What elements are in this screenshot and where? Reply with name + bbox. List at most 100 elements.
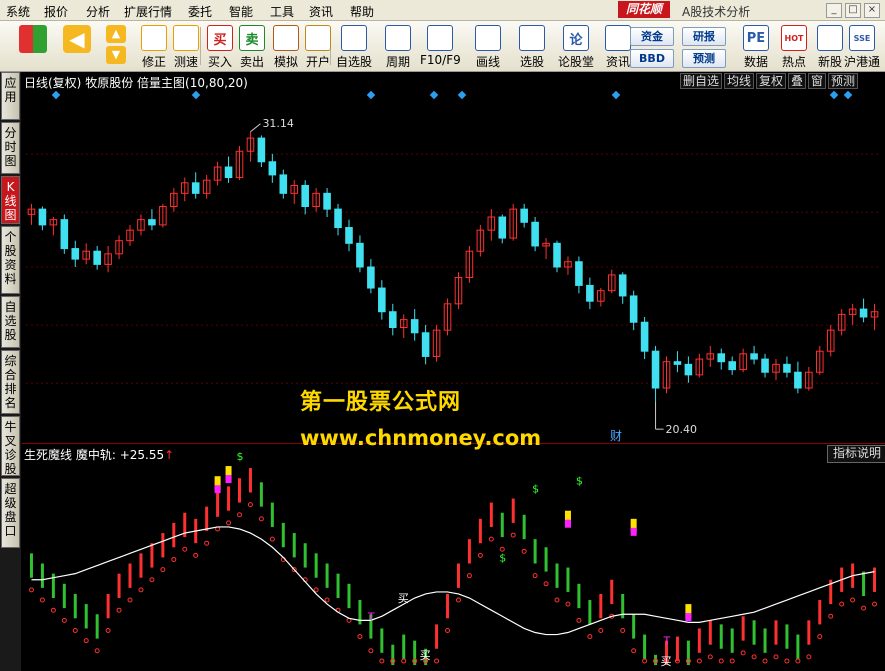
candle-body [750, 353, 758, 360]
sar-dot [379, 658, 385, 664]
candle-body [224, 166, 233, 179]
sub-bar [325, 563, 329, 588]
candle-body [301, 184, 309, 207]
sar-dot [477, 552, 483, 558]
signal-diamond [611, 90, 621, 100]
sar-dot [445, 627, 451, 633]
sar-dot [193, 552, 199, 558]
sub-bar [599, 593, 603, 619]
sar-dot [576, 617, 582, 623]
sar-dot [565, 601, 571, 607]
candle-body [586, 284, 594, 302]
sub-bar [697, 628, 701, 653]
sub-bar [654, 654, 658, 665]
signal-diamond [457, 90, 467, 100]
sar-dot [828, 613, 834, 619]
sub-bar [29, 553, 33, 578]
sub-bar [807, 620, 811, 645]
candle-body [257, 137, 266, 163]
sar-dot [247, 502, 253, 508]
sar-dot [39, 597, 45, 603]
candle-body [345, 227, 353, 244]
sub-bar [292, 533, 296, 558]
signal-block [685, 613, 692, 622]
sub-bar [456, 563, 460, 588]
candle-body [410, 319, 419, 334]
candle-body [60, 219, 69, 250]
candle-body [618, 274, 627, 297]
sar-dot [861, 605, 867, 611]
signal-diamond [51, 90, 61, 100]
finance-event-marker: 财 [610, 429, 622, 443]
signal-block [564, 519, 571, 528]
sub-bar [413, 640, 417, 665]
sar-dot [61, 617, 67, 623]
sub-bar [336, 573, 340, 599]
sub-bar [643, 634, 647, 659]
sar-dot [50, 607, 56, 613]
watermark-title: 第一股票公式网 [300, 390, 462, 415]
sub-bar [577, 583, 581, 609]
candle-body [388, 311, 397, 329]
sar-dot [795, 658, 801, 664]
sar-dot [226, 520, 232, 526]
sub-bar [161, 533, 165, 558]
sar-dot [204, 540, 210, 546]
sar-dot [138, 587, 144, 593]
dollar-marker: $ [499, 552, 506, 565]
sub-bar [347, 583, 351, 609]
sar-dot [751, 654, 757, 660]
candle-body [378, 287, 386, 313]
sub-bar [719, 624, 723, 649]
sar-dot [313, 587, 319, 593]
sub-bar [40, 563, 44, 588]
sub-bar [106, 593, 110, 619]
candle-body [673, 361, 682, 365]
candle-body [629, 295, 638, 323]
sar-dot [72, 627, 78, 633]
sub-bar [730, 628, 734, 653]
kline-chart[interactable]: 31.1420.40财$$$$买买 买TT [0, 0, 885, 671]
candle-body [520, 208, 528, 223]
candle-body [334, 208, 342, 229]
sub-bar [489, 502, 493, 527]
dollar-marker: $ [532, 482, 539, 495]
sub-bar [467, 539, 471, 564]
sub-bar [139, 553, 143, 578]
candle-body [717, 353, 726, 363]
sar-dot [773, 654, 779, 660]
sar-dot [171, 556, 177, 562]
sar-dot [872, 601, 878, 607]
sub-bar [511, 498, 515, 523]
signal-block [225, 475, 232, 484]
candle-body [575, 261, 583, 286]
high-pointer [250, 123, 261, 133]
sub-bar [259, 482, 263, 507]
sar-dot [521, 548, 527, 554]
sar-dot [740, 650, 746, 656]
sar-dot [94, 648, 100, 654]
sub-bar [708, 620, 712, 645]
sub-bar [632, 614, 636, 639]
sar-dot [532, 573, 538, 579]
sub-bar [796, 634, 800, 659]
sar-dot [105, 627, 111, 633]
sar-dot [466, 573, 472, 579]
sub-bar [522, 514, 526, 540]
sar-dot [631, 648, 637, 654]
sub-bar [248, 468, 252, 493]
sar-dot [182, 546, 188, 552]
sub-bar [686, 640, 690, 665]
sub-bar [216, 492, 220, 517]
candle-body [268, 161, 277, 176]
sub-bar [588, 600, 592, 625]
sub-bar [172, 522, 176, 548]
sub-bar [391, 644, 395, 665]
sar-dot [116, 607, 122, 613]
high-price-label: 31.14 [262, 117, 294, 130]
sub-bar [402, 634, 406, 659]
sar-dot [258, 516, 264, 522]
candle-body [553, 242, 561, 268]
sub-bar [270, 502, 274, 527]
sar-dot [149, 577, 155, 583]
